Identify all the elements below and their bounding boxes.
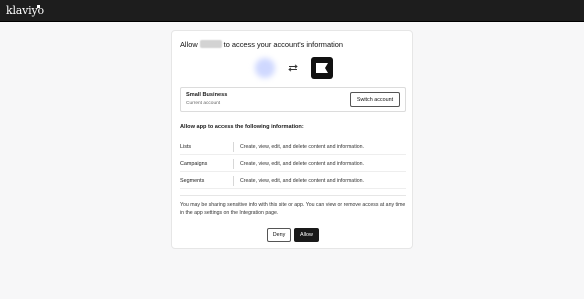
column-divider [233, 142, 234, 152]
title-prefix: Allow [180, 40, 198, 49]
permission-row: Campaigns Create, view, edit, and delete… [180, 156, 406, 172]
column-divider [233, 176, 234, 186]
permission-name: Segments [180, 178, 205, 184]
account-subtitle: Current account [186, 101, 221, 106]
top-bar: klaviyo [0, 0, 584, 22]
allow-button[interactable]: Allow [294, 228, 319, 242]
permission-row: Lists Create, view, edit, and delete con… [180, 139, 406, 155]
permission-name: Lists [180, 144, 192, 150]
consent-card: Allow to access your account's informatio… [171, 30, 413, 249]
redacted-app-name [199, 40, 222, 48]
app-logo-icon [255, 58, 275, 78]
deny-button[interactable]: Deny [267, 228, 291, 242]
swap-arrows-icon [288, 64, 298, 72]
title-suffix: to access your account's information [223, 40, 343, 49]
column-divider [233, 159, 234, 169]
permission-description: Create, view, edit, and delete content a… [240, 161, 365, 167]
permission-row: Segments Create, view, edit, and delete … [180, 173, 406, 189]
sharing-disclaimer: You may be sharing sensitive info with t… [180, 202, 406, 216]
permission-name: Campaigns [180, 161, 208, 167]
klaviyo-flag-icon [311, 57, 333, 79]
permission-description: Create, view, edit, and delete content a… [240, 178, 365, 184]
permissions-header: Allow app to access the following inform… [180, 124, 304, 130]
switch-account-button[interactable]: Switch account [350, 92, 400, 107]
account-name: Small Business [186, 92, 228, 98]
section-divider [180, 195, 406, 196]
logo-flag-icon [37, 5, 40, 8]
permission-description: Create, view, edit, and delete content a… [240, 144, 365, 150]
consent-title: Allow to access your account's informatio… [180, 40, 343, 49]
current-account-box: Small Business Current account Switch ac… [180, 87, 406, 112]
